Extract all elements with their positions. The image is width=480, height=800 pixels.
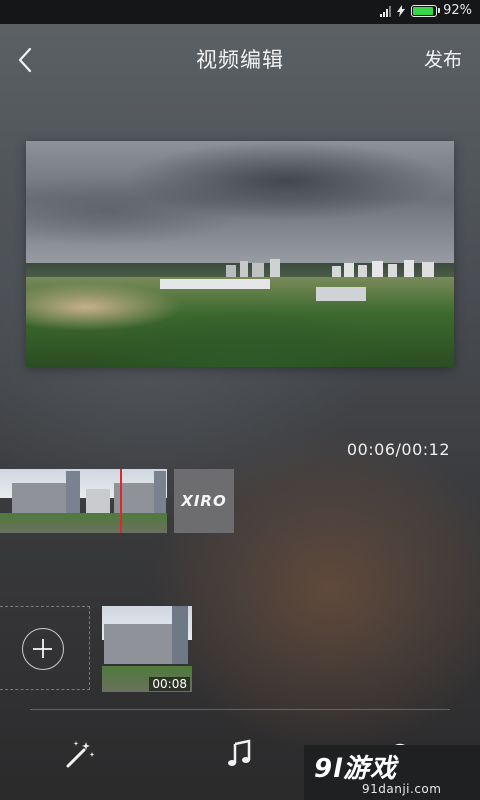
signal-icon bbox=[380, 5, 392, 17]
watermark-url: 91danji.com bbox=[362, 782, 442, 796]
publish-button[interactable]: 发布 bbox=[424, 45, 462, 72]
battery-percent: 92% bbox=[443, 3, 472, 18]
magic-wand-icon bbox=[66, 741, 95, 768]
timeline-frame bbox=[110, 469, 167, 533]
clip-duration: 00:08 bbox=[149, 677, 190, 691]
video-preview[interactable] bbox=[26, 141, 454, 367]
end-card-tile[interactable]: XIRO bbox=[174, 469, 234, 533]
music-button[interactable] bbox=[222, 736, 258, 772]
watermark: 9l游戏 91danji.com bbox=[304, 745, 480, 800]
charging-icon bbox=[397, 4, 406, 17]
status-bar: 92% bbox=[0, 0, 480, 24]
effects-button[interactable] bbox=[62, 736, 98, 772]
header: 视频编辑 发布 bbox=[0, 24, 480, 96]
preview-building bbox=[270, 259, 280, 279]
preview-warehouse bbox=[160, 279, 270, 289]
music-note-icon bbox=[228, 739, 251, 766]
page-title: 视频编辑 bbox=[196, 48, 284, 72]
plus-circle-icon bbox=[22, 628, 64, 670]
preview-warehouse bbox=[316, 287, 366, 301]
divider bbox=[30, 709, 450, 710]
timeline-frame bbox=[0, 469, 110, 533]
timecode: 00:06/00:12 bbox=[346, 440, 450, 459]
end-card-logo: XIRO bbox=[181, 492, 227, 510]
preview-ground bbox=[26, 277, 454, 367]
playhead[interactable] bbox=[120, 469, 122, 533]
add-clip-button[interactable] bbox=[0, 606, 90, 690]
battery-icon bbox=[411, 4, 441, 17]
status-icons: 92% bbox=[380, 3, 472, 18]
watermark-logo: 9l游戏 bbox=[314, 754, 398, 784]
preview-sky bbox=[26, 141, 454, 269]
clip-thumbnail[interactable]: 00:08 bbox=[102, 606, 192, 692]
